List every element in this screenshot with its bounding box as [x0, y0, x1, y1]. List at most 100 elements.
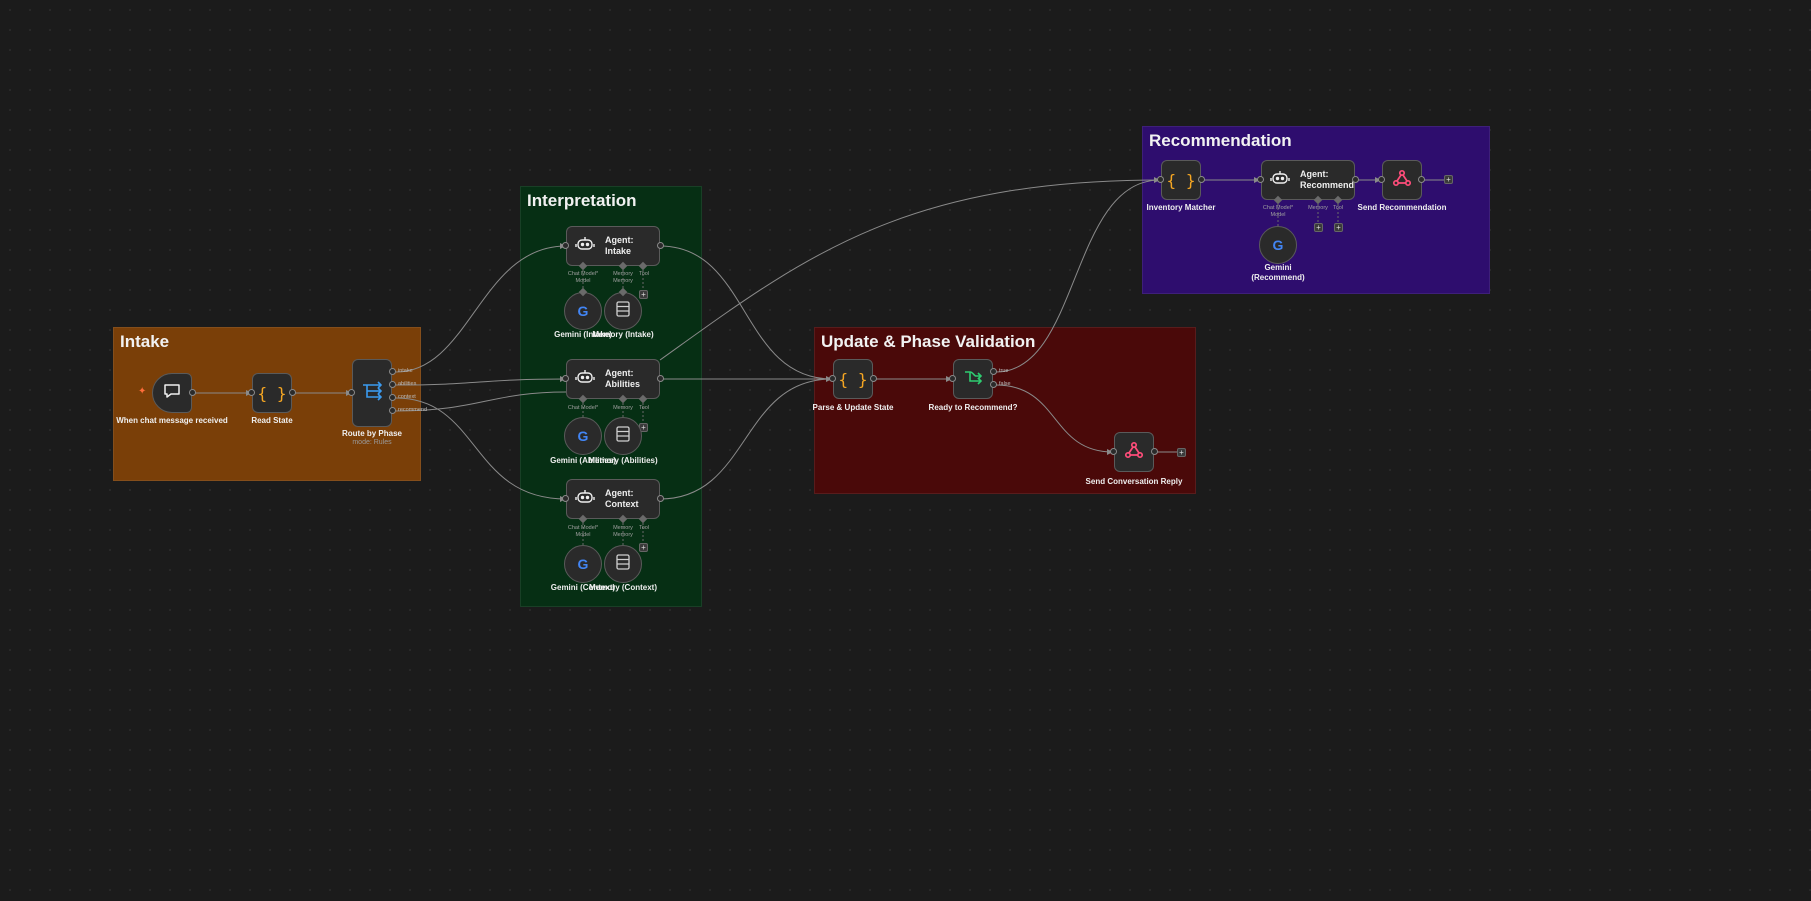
edge-context-to-parse — [659, 378, 833, 500]
output-label: recommend — [398, 407, 428, 413]
add-tool-button[interactable]: + — [639, 543, 648, 552]
node-agent-recommend[interactable]: Agent: Recommend — [1261, 160, 1355, 200]
node-label: Send Recommendation — [1357, 203, 1447, 212]
node-memory-intake[interactable] — [604, 292, 642, 330]
node-label: Gemini (Recommend) — [1251, 263, 1305, 282]
node-label: Memory (Abilities) — [588, 456, 658, 465]
node-ready-to-recommend[interactable] — [953, 359, 993, 399]
node-read-state[interactable]: { } — [252, 373, 292, 413]
node-send-conversation-reply[interactable] — [1114, 432, 1154, 472]
input-port[interactable] — [1378, 176, 1385, 183]
trigger-bolt-icon: ✦ — [138, 386, 147, 397]
input-port[interactable] — [949, 375, 956, 382]
connector-label: Tool — [638, 405, 650, 411]
node-label: Ready to Recommend? — [928, 403, 1018, 412]
node-label: Send Conversation Reply — [1085, 477, 1183, 486]
node-label: Inventory Matcher — [1146, 203, 1216, 212]
webhook-icon — [1392, 168, 1412, 193]
output-port[interactable] — [289, 389, 296, 396]
google-icon: G — [577, 556, 589, 572]
input-port[interactable] — [348, 389, 355, 396]
input-port[interactable] — [1157, 176, 1164, 183]
connector-label: Chat Model* — [567, 405, 599, 411]
node-gemini-context[interactable]: G — [564, 545, 602, 583]
database-icon — [616, 553, 630, 575]
node-send-recommendation[interactable] — [1382, 160, 1422, 200]
connector-label: Model — [575, 532, 591, 538]
connector-label: Memory — [613, 278, 633, 284]
add-node-button[interactable]: + — [1177, 448, 1186, 457]
add-node-button[interactable]: + — [1444, 175, 1453, 184]
node-route-by-phase[interactable] — [352, 359, 392, 427]
input-port[interactable] — [562, 495, 569, 502]
output-port[interactable] — [189, 389, 196, 396]
output-port[interactable] — [657, 375, 664, 382]
node-label: Memory (Context) — [588, 583, 657, 592]
add-memory-button[interactable]: + — [1314, 223, 1323, 232]
connector-label: Memory — [613, 532, 633, 538]
output-label: false — [999, 381, 1011, 387]
connector-label: Model — [1270, 212, 1286, 218]
robot-icon — [575, 235, 595, 258]
input-port[interactable] — [562, 375, 569, 382]
robot-icon — [575, 488, 595, 511]
edge-intake-to-parse — [659, 245, 833, 380]
add-tool-button[interactable]: + — [1334, 223, 1343, 232]
code-braces-icon: { } — [1166, 170, 1196, 190]
robot-icon — [575, 368, 595, 391]
output-label: intake — [398, 368, 413, 374]
node-when-chat-message-received[interactable] — [152, 373, 192, 413]
node-label: Route by Phase — [341, 429, 402, 438]
output-port[interactable] — [657, 242, 664, 249]
output-port[interactable] — [657, 495, 664, 502]
output-port-false[interactable] — [990, 381, 997, 388]
node-gemini-recommend[interactable]: G — [1259, 226, 1297, 264]
input-port[interactable] — [1110, 448, 1117, 455]
edge-route-context — [395, 397, 567, 500]
node-label: Read State — [251, 416, 293, 425]
node-memory-context[interactable] — [604, 545, 642, 583]
edge-route-intake — [395, 245, 567, 373]
output-port-intake[interactable] — [389, 368, 396, 375]
output-port-context[interactable] — [389, 394, 396, 401]
output-label: context — [398, 394, 416, 400]
connector-label: Chat Model* — [567, 525, 599, 531]
node-sublabel: mode: Rules — [352, 439, 392, 446]
input-port[interactable] — [562, 242, 569, 249]
node-parse-update-state[interactable]: { } — [833, 359, 873, 399]
output-port-abilities[interactable] — [389, 381, 396, 388]
connector-label: Chat Model* — [567, 271, 599, 277]
output-label: abilities — [398, 381, 417, 387]
node-title: Agent: Intake — [605, 235, 634, 256]
node-agent-intake[interactable]: Agent: Intake — [566, 226, 660, 266]
edge-abilities-to-inventory — [659, 179, 1161, 361]
node-title: Agent: Recommend — [1300, 169, 1355, 190]
connector-label: Tool — [638, 271, 650, 277]
google-icon: G — [1272, 237, 1284, 253]
database-icon — [616, 425, 630, 447]
connector-label: Tool — [638, 525, 650, 531]
edge-route-abilities — [395, 378, 567, 386]
output-port[interactable] — [1198, 176, 1205, 183]
input-port[interactable] — [1257, 176, 1264, 183]
output-port[interactable] — [1151, 448, 1158, 455]
node-agent-context[interactable]: Agent: Context — [566, 479, 660, 519]
output-port-true[interactable] — [990, 368, 997, 375]
input-port[interactable] — [248, 389, 255, 396]
node-inventory-matcher[interactable]: { } — [1161, 160, 1201, 200]
input-port[interactable] — [829, 375, 836, 382]
output-port[interactable] — [1352, 176, 1359, 183]
node-memory-abilities[interactable] — [604, 417, 642, 455]
connector-label: Model — [575, 278, 591, 284]
code-braces-icon: { } — [257, 383, 287, 403]
node-agent-abilities[interactable]: Agent: Abilities — [566, 359, 660, 399]
node-gemini-intake[interactable]: G — [564, 292, 602, 330]
node-gemini-abilities[interactable]: G — [564, 417, 602, 455]
robot-icon — [1270, 169, 1290, 192]
output-port[interactable] — [1418, 176, 1425, 183]
output-port-recommend[interactable] — [389, 407, 396, 414]
node-label: Parse & Update State — [812, 403, 894, 412]
connection-edges — [193, 177, 1444, 546]
add-tool-button[interactable]: + — [639, 290, 648, 299]
output-port[interactable] — [870, 375, 877, 382]
